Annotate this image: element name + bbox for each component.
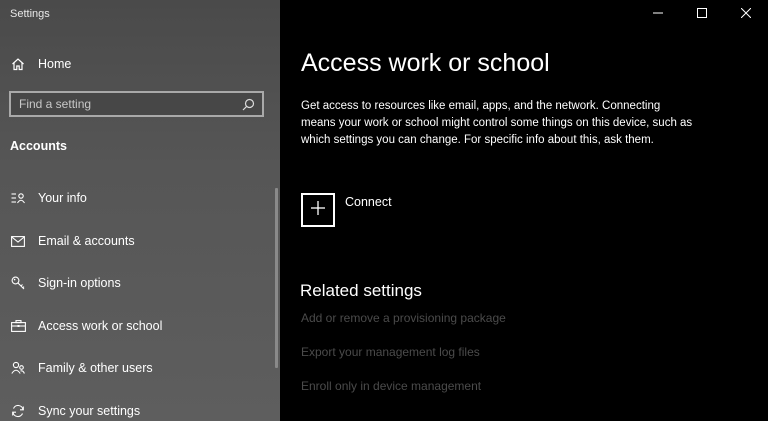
- envelope-icon: [10, 233, 26, 249]
- search-input[interactable]: [11, 93, 240, 115]
- sidebar-item-label: Family & other users: [38, 361, 153, 375]
- search-box: [9, 91, 264, 117]
- section-heading: Accounts: [10, 139, 67, 153]
- app-title: Settings: [10, 8, 50, 20]
- sidebar-item-your-info[interactable]: Your info: [0, 183, 280, 213]
- sidebar-item-email-accounts[interactable]: Email & accounts: [0, 226, 280, 256]
- close-icon: [740, 5, 752, 23]
- sidebar: Settings Home Accounts: [0, 0, 280, 421]
- related-settings-heading: Related settings: [300, 281, 422, 300]
- page-title: Access work or school: [301, 49, 550, 77]
- maximize-button[interactable]: [680, 0, 724, 28]
- sidebar-item-label: Your info: [38, 191, 87, 205]
- sidebar-item-access-work-school[interactable]: Access work or school: [0, 311, 280, 341]
- main-content: Access work or school Get access to reso…: [280, 0, 768, 421]
- minimize-icon: [653, 5, 663, 23]
- sidebar-item-label: Access work or school: [38, 319, 163, 333]
- sync-icon: [10, 403, 26, 419]
- sidebar-item-sync-settings[interactable]: Sync your settings: [0, 396, 280, 421]
- sidebar-item-family-other-users[interactable]: Family & other users: [0, 353, 280, 383]
- window-controls: [636, 0, 768, 28]
- briefcase-icon: [10, 318, 26, 334]
- connect-label[interactable]: Connect: [345, 195, 392, 209]
- connect-button[interactable]: [301, 193, 335, 227]
- sidebar-item-label: Home: [38, 57, 72, 71]
- sidebar-item-label: Email & accounts: [38, 234, 135, 248]
- sidebar-item-sign-in-options[interactable]: Sign-in options: [0, 268, 280, 298]
- link-export-management-logs[interactable]: Export your management log files: [301, 345, 480, 359]
- page-description: Get access to resources like email, apps…: [301, 100, 693, 146]
- key-icon: [10, 275, 26, 291]
- settings-window: Settings Home Accounts: [0, 0, 768, 421]
- sidebar-scrollbar[interactable]: [275, 188, 278, 368]
- close-button[interactable]: [724, 0, 768, 28]
- link-provisioning-package[interactable]: Add or remove a provisioning package: [301, 311, 506, 325]
- search-icon[interactable]: [240, 96, 256, 112]
- sidebar-item-home[interactable]: Home: [0, 49, 280, 79]
- sidebar-item-label: Sign-in options: [38, 276, 121, 290]
- sidebar-item-label: Sync your settings: [38, 404, 141, 418]
- plus-icon: [310, 200, 326, 221]
- person-card-icon: [10, 190, 26, 206]
- home-icon: [10, 56, 26, 72]
- people-icon: [10, 360, 26, 376]
- link-enroll-device-management[interactable]: Enroll only in device management: [301, 379, 481, 393]
- maximize-icon: [697, 5, 707, 23]
- minimize-button[interactable]: [636, 0, 680, 28]
